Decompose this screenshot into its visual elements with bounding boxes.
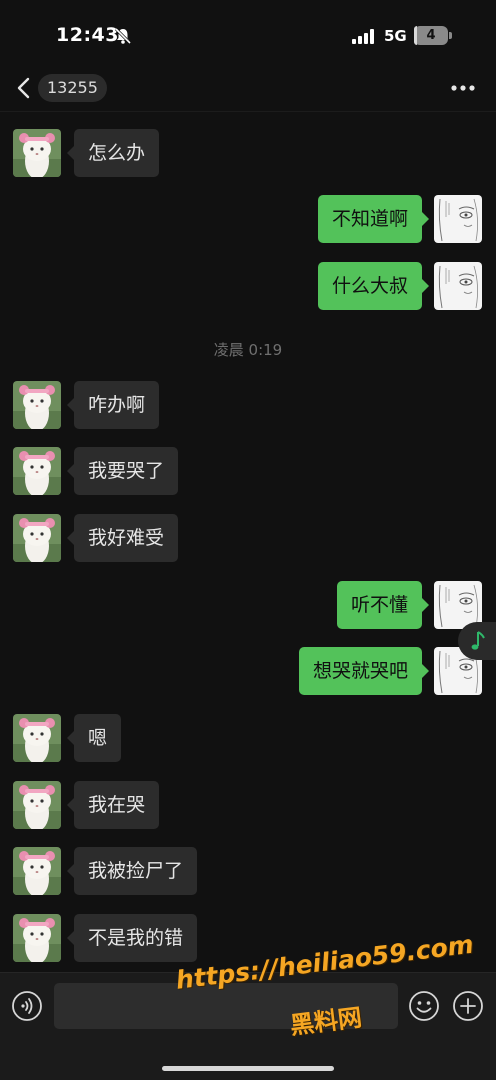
message-row: 什么大叔 <box>0 262 496 312</box>
message-bubble[interactable]: 咋办啊 <box>74 381 160 429</box>
message-bubble[interactable]: 我好难受 <box>74 514 179 562</box>
sketch-avatar-image <box>434 262 482 310</box>
voice-icon[interactable] <box>11 990 43 1022</box>
chat-header: 13255 <box>0 64 496 112</box>
bubble-tail <box>67 731 74 745</box>
my-avatar[interactable] <box>434 262 482 310</box>
status-time: 12:43 <box>56 24 119 46</box>
message-bubble[interactable]: 听不懂 <box>336 581 422 629</box>
bubble-tail <box>67 531 74 545</box>
cat-avatar-image <box>13 781 61 829</box>
message-bubble[interactable]: 怎么办 <box>74 129 160 177</box>
home-indicator <box>162 1066 334 1071</box>
message-row: 嗯 <box>0 714 496 764</box>
message-bubble[interactable]: 我要哭了 <box>74 447 179 495</box>
bubble-tail <box>67 931 74 945</box>
bubble-tail <box>67 798 74 812</box>
message-row: 我在哭 <box>0 781 496 831</box>
message-row: 我要哭了 <box>0 447 496 497</box>
status-bar: 12:43 5G 4 <box>0 0 496 64</box>
message-bubble[interactable]: 我在哭 <box>74 781 160 829</box>
message-row: 怎么办 <box>0 129 496 179</box>
network-label: 5G <box>384 27 407 45</box>
battery-level: 4 <box>426 28 436 43</box>
contact-avatar[interactable] <box>13 781 61 829</box>
bell-muted-icon <box>114 27 132 45</box>
cat-avatar-image <box>13 847 61 895</box>
contact-name[interactable]: 13255 <box>38 74 107 102</box>
message-bubble[interactable]: 嗯 <box>74 714 122 762</box>
message-bubble[interactable]: 想哭就哭吧 <box>298 647 422 695</box>
message-row: 我被捡尸了 <box>0 847 496 897</box>
contact-avatar[interactable] <box>13 914 61 962</box>
music-note-icon <box>471 631 485 650</box>
floating-music-button[interactable] <box>458 622 496 660</box>
bubble-tail <box>422 212 429 226</box>
bubble-tail <box>67 464 74 478</box>
cat-avatar-image <box>13 381 61 429</box>
signal-icon <box>352 29 374 44</box>
bubble-tail <box>67 146 74 160</box>
bubble-tail <box>422 664 429 678</box>
contact-avatar[interactable] <box>13 129 61 177</box>
cat-avatar-image <box>13 914 61 962</box>
bubble-tail <box>67 864 74 878</box>
message-row: 听不懂 <box>0 581 496 631</box>
contact-avatar[interactable] <box>13 847 61 895</box>
contact-avatar[interactable] <box>13 381 61 429</box>
cat-avatar-image <box>13 447 61 495</box>
contact-avatar[interactable] <box>13 447 61 495</box>
battery-nub <box>449 32 452 39</box>
message-bubble[interactable]: 不是我的错 <box>74 914 198 962</box>
bubble-tail <box>422 598 429 612</box>
message-row: 我好难受 <box>0 514 496 564</box>
plus-circle-icon[interactable] <box>452 990 484 1022</box>
message-bubble[interactable]: 什么大叔 <box>317 262 422 310</box>
message-bubble[interactable]: 不知道啊 <box>317 195 422 243</box>
more-dots-icon[interactable] <box>448 78 478 98</box>
message-timestamp: 凌晨 0:19 <box>213 341 283 359</box>
cat-avatar-image <box>13 129 61 177</box>
message-bubble[interactable]: 我被捡尸了 <box>74 847 198 895</box>
cat-avatar-image <box>13 514 61 562</box>
my-avatar[interactable] <box>434 195 482 243</box>
chevron-left-icon[interactable] <box>14 76 34 100</box>
sketch-avatar-image <box>434 195 482 243</box>
battery-icon: 4 <box>414 26 448 45</box>
contact-avatar[interactable] <box>13 514 61 562</box>
message-row: 想哭就哭吧 <box>0 647 496 697</box>
bubble-tail <box>67 398 74 412</box>
contact-avatar[interactable] <box>13 714 61 762</box>
bubble-tail <box>422 279 429 293</box>
chat-input-bar <box>0 972 496 1080</box>
cat-avatar-image <box>13 714 61 762</box>
message-row: 咋办啊 <box>0 381 496 431</box>
emoji-icon[interactable] <box>408 990 440 1022</box>
message-row: 不知道啊 <box>0 195 496 245</box>
